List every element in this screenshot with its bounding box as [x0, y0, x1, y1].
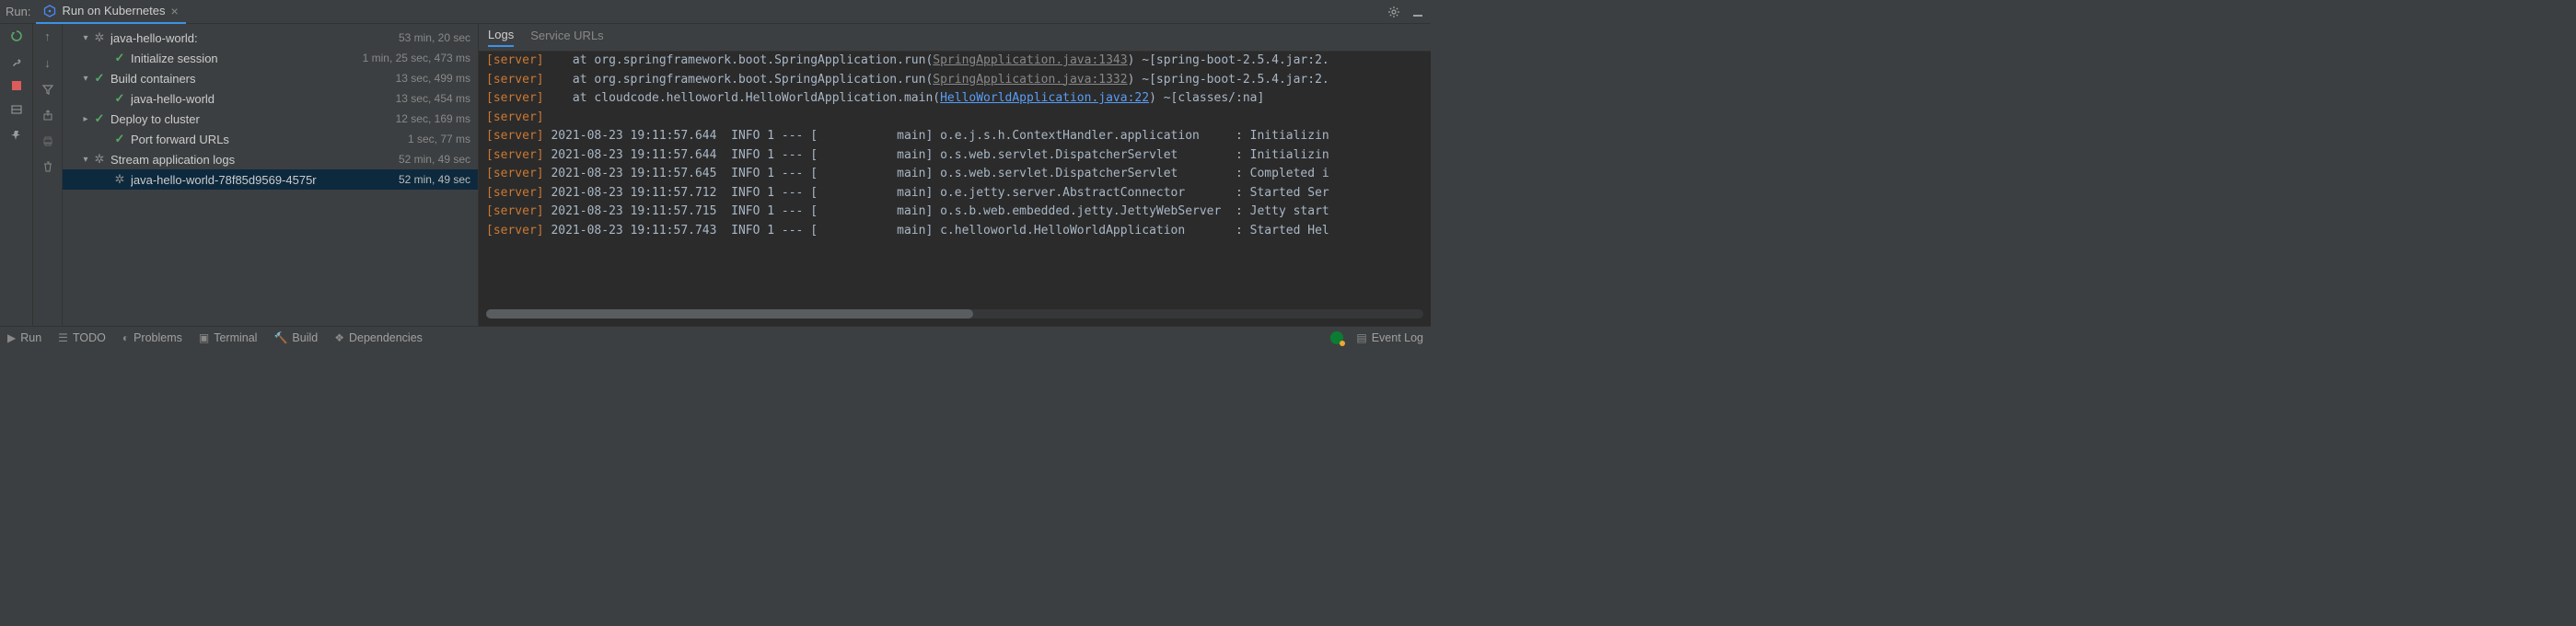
spinner-icon: ✲ [112, 172, 127, 187]
spinner-icon: ✲ [92, 30, 107, 45]
status-todo[interactable]: ☰ TODO [58, 331, 106, 344]
log-line: [server] 2021-08-23 19:11:57.644 INFO 1 … [486, 127, 1423, 146]
main-area: ↑ ↓ ▾✲java-hello-world:53 min, 20 sec✓In… [0, 24, 1431, 326]
status-run[interactable]: ▶ Run [7, 331, 41, 344]
tree-node-label: Build containers [110, 72, 196, 86]
tree-node-label: Deploy to cluster [110, 112, 200, 126]
run-label: Run: [6, 5, 30, 18]
log-line: [server] [486, 109, 1423, 128]
status-build[interactable]: 🔨 Build [273, 331, 318, 344]
tree-row[interactable]: ✓ java-hello-world 13 sec, 454 ms [63, 88, 478, 109]
chevron-icon[interactable]: ▾ [79, 155, 92, 165]
tree-row[interactable]: ▾✓Build containers 13 sec, 499 ms [63, 68, 478, 88]
tree-node-timing: 52 min, 49 sec [391, 173, 470, 186]
warning-icon: ◐ [122, 331, 129, 344]
play-icon: ▶ [7, 331, 16, 344]
chevron-icon[interactable]: ▸ [79, 114, 92, 124]
log-line: [server] 2021-08-23 19:11:57.743 INFO 1 … [486, 222, 1423, 241]
kubernetes-icon [43, 5, 56, 17]
tree-node-label: Stream application logs [110, 153, 235, 167]
log-panel: Logs Service URLs [server] at org.spring… [479, 24, 1431, 326]
status-problems[interactable]: ◐ Problems [122, 331, 182, 344]
gear-icon[interactable] [1387, 5, 1401, 19]
minimize-icon[interactable] [1410, 5, 1425, 19]
check-icon: ✓ [112, 91, 127, 106]
log-line: [server] 2021-08-23 19:11:57.645 INFO 1 … [486, 165, 1423, 184]
tree-node-label: java-hello-world [131, 92, 215, 106]
tree-node-timing: 13 sec, 499 ms [389, 72, 470, 85]
layers-icon: ❖ [334, 331, 344, 344]
spinner-icon: ✲ [92, 152, 107, 167]
tree-row[interactable]: ✓ Initialize session 1 min, 25 sec, 473 ms [63, 48, 478, 68]
export-icon[interactable] [41, 109, 54, 122]
tree-node-timing: 12 sec, 169 ms [389, 112, 470, 125]
status-dependencies[interactable]: ❖ Dependencies [334, 331, 423, 344]
tree-node-label: java-hello-world: [110, 31, 198, 45]
tree-row[interactable]: ✓ Port forward URLs 1 sec, 77 ms [63, 129, 478, 149]
execution-tree: ▾✲java-hello-world:53 min, 20 sec✓Initia… [63, 24, 479, 326]
primary-gutter [0, 24, 33, 326]
tree-row[interactable]: ▾✲Stream application logs 52 min, 49 sec [63, 149, 478, 169]
status-terminal[interactable]: ▣ Terminal [199, 331, 258, 344]
pin-icon[interactable] [10, 129, 23, 142]
status-event-log[interactable]: ▤ Event Log [1356, 331, 1423, 344]
check-icon: ✓ [112, 51, 127, 65]
tree-row[interactable]: ✲ java-hello-world-78f85d9569-4575r 52 min… [63, 169, 478, 190]
stacktrace-link[interactable]: SpringApplication.java:1343 [933, 52, 1127, 71]
log-line: [server] at org.springframework.boot.Spr… [486, 71, 1423, 90]
rerun-icon[interactable] [10, 29, 23, 42]
chevron-icon[interactable]: ▾ [79, 74, 92, 84]
run-config-tab[interactable]: Run on Kubernetes × [36, 0, 185, 24]
log-line: [server] 2021-08-23 19:11:57.715 INFO 1 … [486, 203, 1423, 222]
terminal-icon: ▣ [199, 331, 209, 344]
tree-row[interactable]: ▸✓Deploy to cluster 12 sec, 169 ms [63, 109, 478, 129]
filter-icon[interactable] [41, 83, 54, 96]
close-icon[interactable]: × [171, 4, 179, 18]
tree-node-timing: 13 sec, 454 ms [389, 92, 470, 105]
wrench-icon[interactable] [10, 55, 23, 68]
tab-service-urls[interactable]: Service URLs [530, 29, 603, 46]
log-tabs: Logs Service URLs [479, 24, 1431, 52]
log-line: [server] at org.springframework.boot.Spr… [486, 52, 1423, 71]
chevron-icon[interactable]: ▾ [79, 33, 92, 43]
log-line: [server] at cloudcode.helloworld.HelloWo… [486, 89, 1423, 109]
tree-node-timing: 52 min, 49 sec [391, 153, 470, 166]
tree-node-label: Initialize session [131, 52, 218, 65]
stacktrace-link[interactable]: HelloWorldApplication.java:22 [940, 89, 1149, 109]
tree-node-label: Port forward URLs [131, 133, 229, 146]
list-icon: ☰ [58, 331, 68, 344]
tree-node-timing: 1 min, 25 sec, 473 ms [355, 52, 470, 64]
sync-orb-icon [1330, 331, 1343, 344]
status-bar: ▶ Run ☰ TODO ◐ Problems ▣ Terminal 🔨 Bui… [0, 326, 1431, 348]
arrow-up-icon[interactable]: ↑ [44, 29, 51, 43]
layout-icon[interactable] [10, 103, 23, 116]
secondary-gutter: ↑ ↓ [33, 24, 63, 326]
tree-row[interactable]: ▾✲java-hello-world: 53 min, 20 sec [63, 28, 478, 48]
hammer-icon: 🔨 [273, 331, 287, 344]
log-line: [server] 2021-08-23 19:11:57.644 INFO 1 … [486, 146, 1423, 166]
log-output[interactable]: [server] at org.springframework.boot.Spr… [479, 52, 1431, 306]
check-icon: ✓ [112, 132, 127, 146]
event-log-icon: ▤ [1356, 331, 1366, 344]
tab-logs[interactable]: Logs [488, 28, 514, 47]
print-icon[interactable] [41, 134, 54, 147]
check-icon: ✓ [92, 111, 107, 126]
tree-node-timing: 53 min, 20 sec [391, 31, 470, 44]
horizontal-scrollbar[interactable] [486, 309, 1423, 319]
tree-node-label: java-hello-world-78f85d9569-4575r [131, 173, 317, 187]
arrow-down-icon[interactable]: ↓ [44, 56, 51, 70]
tab-title: Run on Kubernetes [62, 4, 165, 17]
log-line: [server] 2021-08-23 19:11:57.712 INFO 1 … [486, 184, 1423, 203]
status-indicator[interactable] [1330, 331, 1343, 344]
stacktrace-link[interactable]: SpringApplication.java:1332 [933, 71, 1127, 90]
check-icon: ✓ [92, 71, 107, 86]
tree-node-timing: 1 sec, 77 ms [400, 133, 470, 145]
stop-icon[interactable] [12, 81, 21, 90]
run-toolwindow-header: Run: Run on Kubernetes × [0, 0, 1431, 24]
trash-icon[interactable] [41, 160, 54, 173]
